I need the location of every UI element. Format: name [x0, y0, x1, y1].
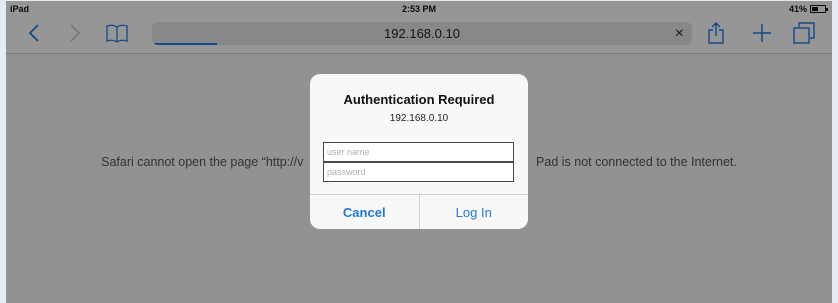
- dialog-host: 192.168.0.10: [389, 113, 449, 124]
- login-button[interactable]: Log In: [420, 195, 529, 229]
- dialog-buttons: Cancel Log In: [310, 194, 528, 229]
- username-field[interactable]: [323, 142, 514, 162]
- ipad-screen: iPad 2:53 PM 41% 192.168.0.10 × Safari c…: [6, 1, 832, 303]
- cancel-button[interactable]: Cancel: [310, 195, 420, 229]
- password-field[interactable]: [323, 162, 514, 182]
- authentication-dialog: Authentication Required 192.168.0.10 Can…: [310, 74, 528, 229]
- dialog-title: Authentication Required: [343, 92, 495, 107]
